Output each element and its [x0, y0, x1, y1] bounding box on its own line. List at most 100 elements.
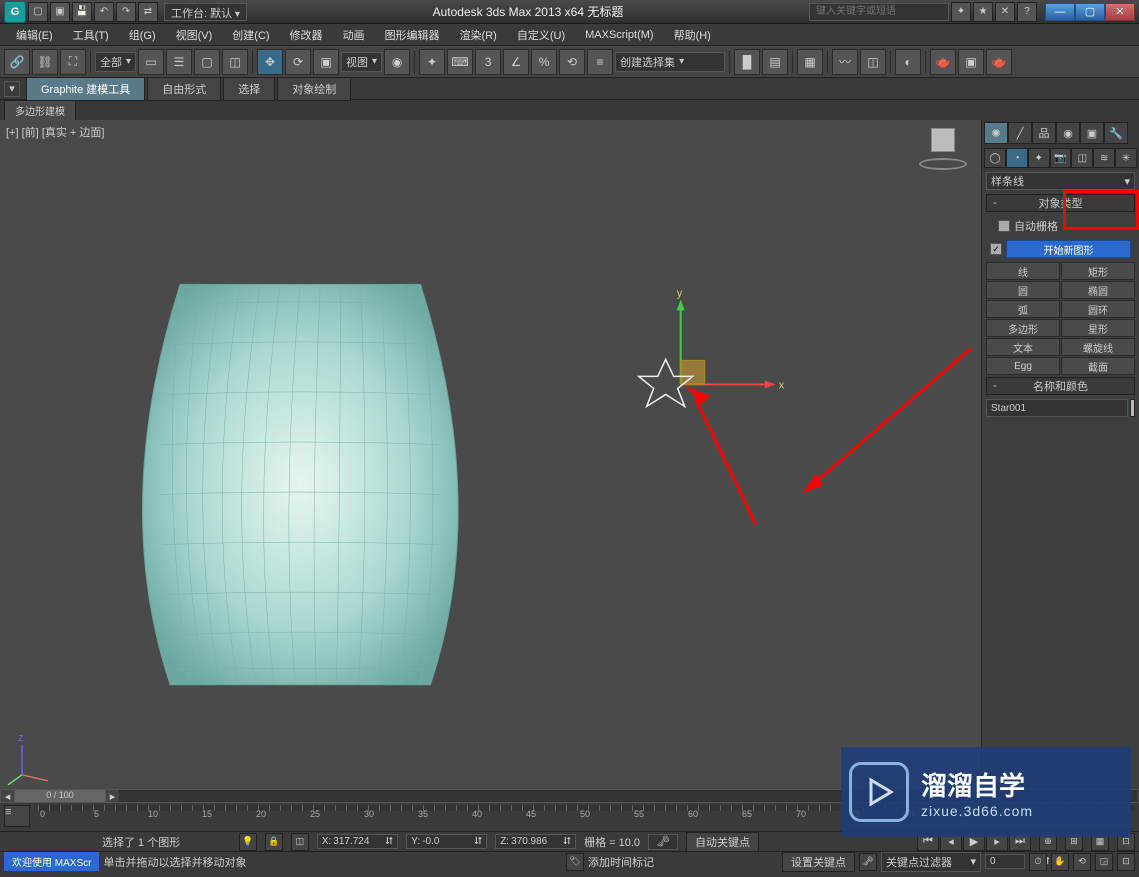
menu-customize[interactable]: 自定义(U)	[507, 24, 575, 46]
setkey-button[interactable]: 设置关键点	[782, 852, 855, 872]
time-config-icon[interactable]: ≡	[4, 805, 30, 827]
type-circle[interactable]: 圆	[986, 281, 1060, 299]
display-tab-icon[interactable]: ▣	[1080, 122, 1104, 144]
helpers-subtab-icon[interactable]: ◫	[1071, 148, 1093, 168]
undo-icon[interactable]: ↶	[94, 2, 114, 22]
type-star[interactable]: 星形	[1061, 319, 1135, 337]
object-color-swatch[interactable]	[1130, 399, 1135, 417]
tag-icon[interactable]: 🏷	[566, 853, 584, 871]
snap3-icon[interactable]: 3	[475, 49, 501, 75]
ribbon-tab-objectpaint[interactable]: 对象绘制	[277, 77, 351, 101]
manipulate-icon[interactable]: ✦	[419, 49, 445, 75]
ribbon-collapse-icon[interactable]: ▾	[4, 81, 20, 97]
start-new-shape-button[interactable]: 开始新图形	[1006, 240, 1131, 258]
menu-create[interactable]: 创建(C)	[222, 24, 279, 46]
menu-grapheditors[interactable]: 图形编辑器	[375, 24, 450, 46]
key-filter-dropdown[interactable]: 关键点过滤器▾	[881, 852, 981, 872]
autokey-button[interactable]: 自动关键点	[686, 832, 759, 852]
y-coord-field[interactable]: Y:⮃	[406, 834, 487, 849]
help-search-input[interactable]	[809, 3, 949, 21]
new-icon[interactable]: ▢	[28, 2, 48, 22]
nav6-icon[interactable]: ⟲	[1073, 853, 1091, 871]
systems-subtab-icon[interactable]: ✳	[1115, 148, 1137, 168]
keymode-icon[interactable]: 🗝	[648, 834, 678, 850]
nav7-icon[interactable]: ◲	[1095, 853, 1113, 871]
create-tab-icon[interactable]: ✺	[984, 122, 1008, 144]
x-coord-field[interactable]: X:⮃	[317, 834, 398, 849]
ribbon-tab-graphite[interactable]: Graphite 建模工具	[26, 77, 145, 101]
z-coord-field[interactable]: Z:⮃	[495, 834, 576, 849]
menu-animation[interactable]: 动画	[333, 24, 375, 46]
type-ellipse[interactable]: 椭圆	[1061, 281, 1135, 299]
nav8-icon[interactable]: ⊡	[1117, 853, 1135, 871]
motion-tab-icon[interactable]: ◉	[1056, 122, 1080, 144]
align-icon[interactable]: ▤	[762, 49, 788, 75]
type-section[interactable]: 截面	[1061, 357, 1135, 375]
named-selset-dropdown[interactable]: 创建选择集 ▾	[615, 52, 725, 72]
menu-edit[interactable]: 编辑(E)	[6, 24, 63, 46]
curve-editor-icon[interactable]: 〰	[832, 49, 858, 75]
startnew-checkbox[interactable]: ✓	[990, 243, 1002, 255]
bind-tool-icon[interactable]: ⛶	[60, 49, 86, 75]
nav5-icon[interactable]: ✋	[1051, 853, 1069, 871]
shapes-subtab-icon[interactable]: ◔	[1006, 148, 1028, 168]
minimize-button[interactable]: —	[1045, 3, 1075, 21]
unlink-tool-icon[interactable]: ⛓	[32, 49, 58, 75]
geometry-subtab-icon[interactable]: ◯	[984, 148, 1006, 168]
tb-icon2[interactable]: ★	[973, 2, 993, 22]
maximize-button[interactable]: ▢	[1075, 3, 1105, 21]
link-icon[interactable]: ⇄	[138, 2, 158, 22]
named-sel-icon[interactable]: ≡	[587, 49, 613, 75]
select-rect-icon[interactable]: ▢	[194, 49, 220, 75]
render-frame-icon[interactable]: ▣	[958, 49, 984, 75]
tb-icon4[interactable]: ?	[1017, 2, 1037, 22]
type-helix[interactable]: 螺旋线	[1061, 338, 1135, 356]
ribbon-tab-freeform[interactable]: 自由形式	[147, 77, 221, 101]
layers-icon[interactable]: ▦	[797, 49, 823, 75]
lock-selection-icon[interactable]: 🔒	[265, 833, 283, 851]
ribbon-panel-polymodeling[interactable]: 多边形建模	[4, 100, 76, 121]
select-window-icon[interactable]: ◫	[222, 49, 248, 75]
lock-icon[interactable]: 💡	[239, 833, 257, 851]
time-config2-icon[interactable]: ⏱	[1029, 853, 1047, 871]
type-ngon[interactable]: 多边形	[986, 319, 1060, 337]
move-icon[interactable]: ✥	[257, 49, 283, 75]
scale-icon[interactable]: ▣	[313, 49, 339, 75]
close-button[interactable]: ✕	[1105, 3, 1135, 21]
type-arc[interactable]: 弧	[986, 300, 1060, 318]
pivot-icon[interactable]: ◉	[384, 49, 410, 75]
utilities-tab-icon[interactable]: 🔧	[1104, 122, 1128, 144]
menu-group[interactable]: 组(G)	[119, 24, 166, 46]
hierarchy-tab-icon[interactable]: 品	[1032, 122, 1056, 144]
render-setup-icon[interactable]: 🫖	[930, 49, 956, 75]
material-editor-icon[interactable]: ◐	[895, 49, 921, 75]
type-egg[interactable]: Egg	[986, 357, 1060, 375]
menu-maxscript[interactable]: MAXScript(M)	[575, 26, 663, 44]
isolate-icon[interactable]: ◫	[291, 833, 309, 851]
category-dropdown[interactable]: 样条线▾	[986, 172, 1135, 190]
cameras-subtab-icon[interactable]: 📷	[1050, 148, 1072, 168]
spacewarps-subtab-icon[interactable]: ≋	[1093, 148, 1115, 168]
type-line[interactable]: 线	[986, 262, 1060, 280]
schematic-icon[interactable]: ◫	[860, 49, 886, 75]
modify-tab-icon[interactable]: ╱	[1008, 122, 1032, 144]
save-icon[interactable]: 💾	[72, 2, 92, 22]
ribbon-tab-selection[interactable]: 选择	[223, 77, 275, 101]
menu-tools[interactable]: 工具(T)	[63, 24, 119, 46]
object-name-input[interactable]	[986, 399, 1128, 417]
workspace-dropdown[interactable]: 工作台: 默认 ▾	[164, 3, 247, 21]
menu-rendering[interactable]: 渲染(R)	[450, 24, 507, 46]
mirror-icon[interactable]: ▐▌	[734, 49, 760, 75]
select-name-icon[interactable]: ☰	[166, 49, 192, 75]
type-text[interactable]: 文本	[986, 338, 1060, 356]
menu-modifiers[interactable]: 修改器	[280, 24, 333, 46]
snap-spinner-icon[interactable]: ⟲	[559, 49, 585, 75]
redo-icon[interactable]: ↷	[116, 2, 136, 22]
frame-display[interactable]: 0 / 100	[15, 790, 105, 802]
add-time-tag[interactable]: 添加时间标记	[588, 854, 654, 870]
open-icon[interactable]: ▣	[50, 2, 70, 22]
current-frame-field[interactable]: ⮃	[985, 854, 1025, 869]
menu-help[interactable]: 帮助(H)	[664, 24, 721, 46]
type-donut[interactable]: 圆环	[1061, 300, 1135, 318]
autogrid-checkbox[interactable]: 自动栅格	[986, 216, 1135, 236]
